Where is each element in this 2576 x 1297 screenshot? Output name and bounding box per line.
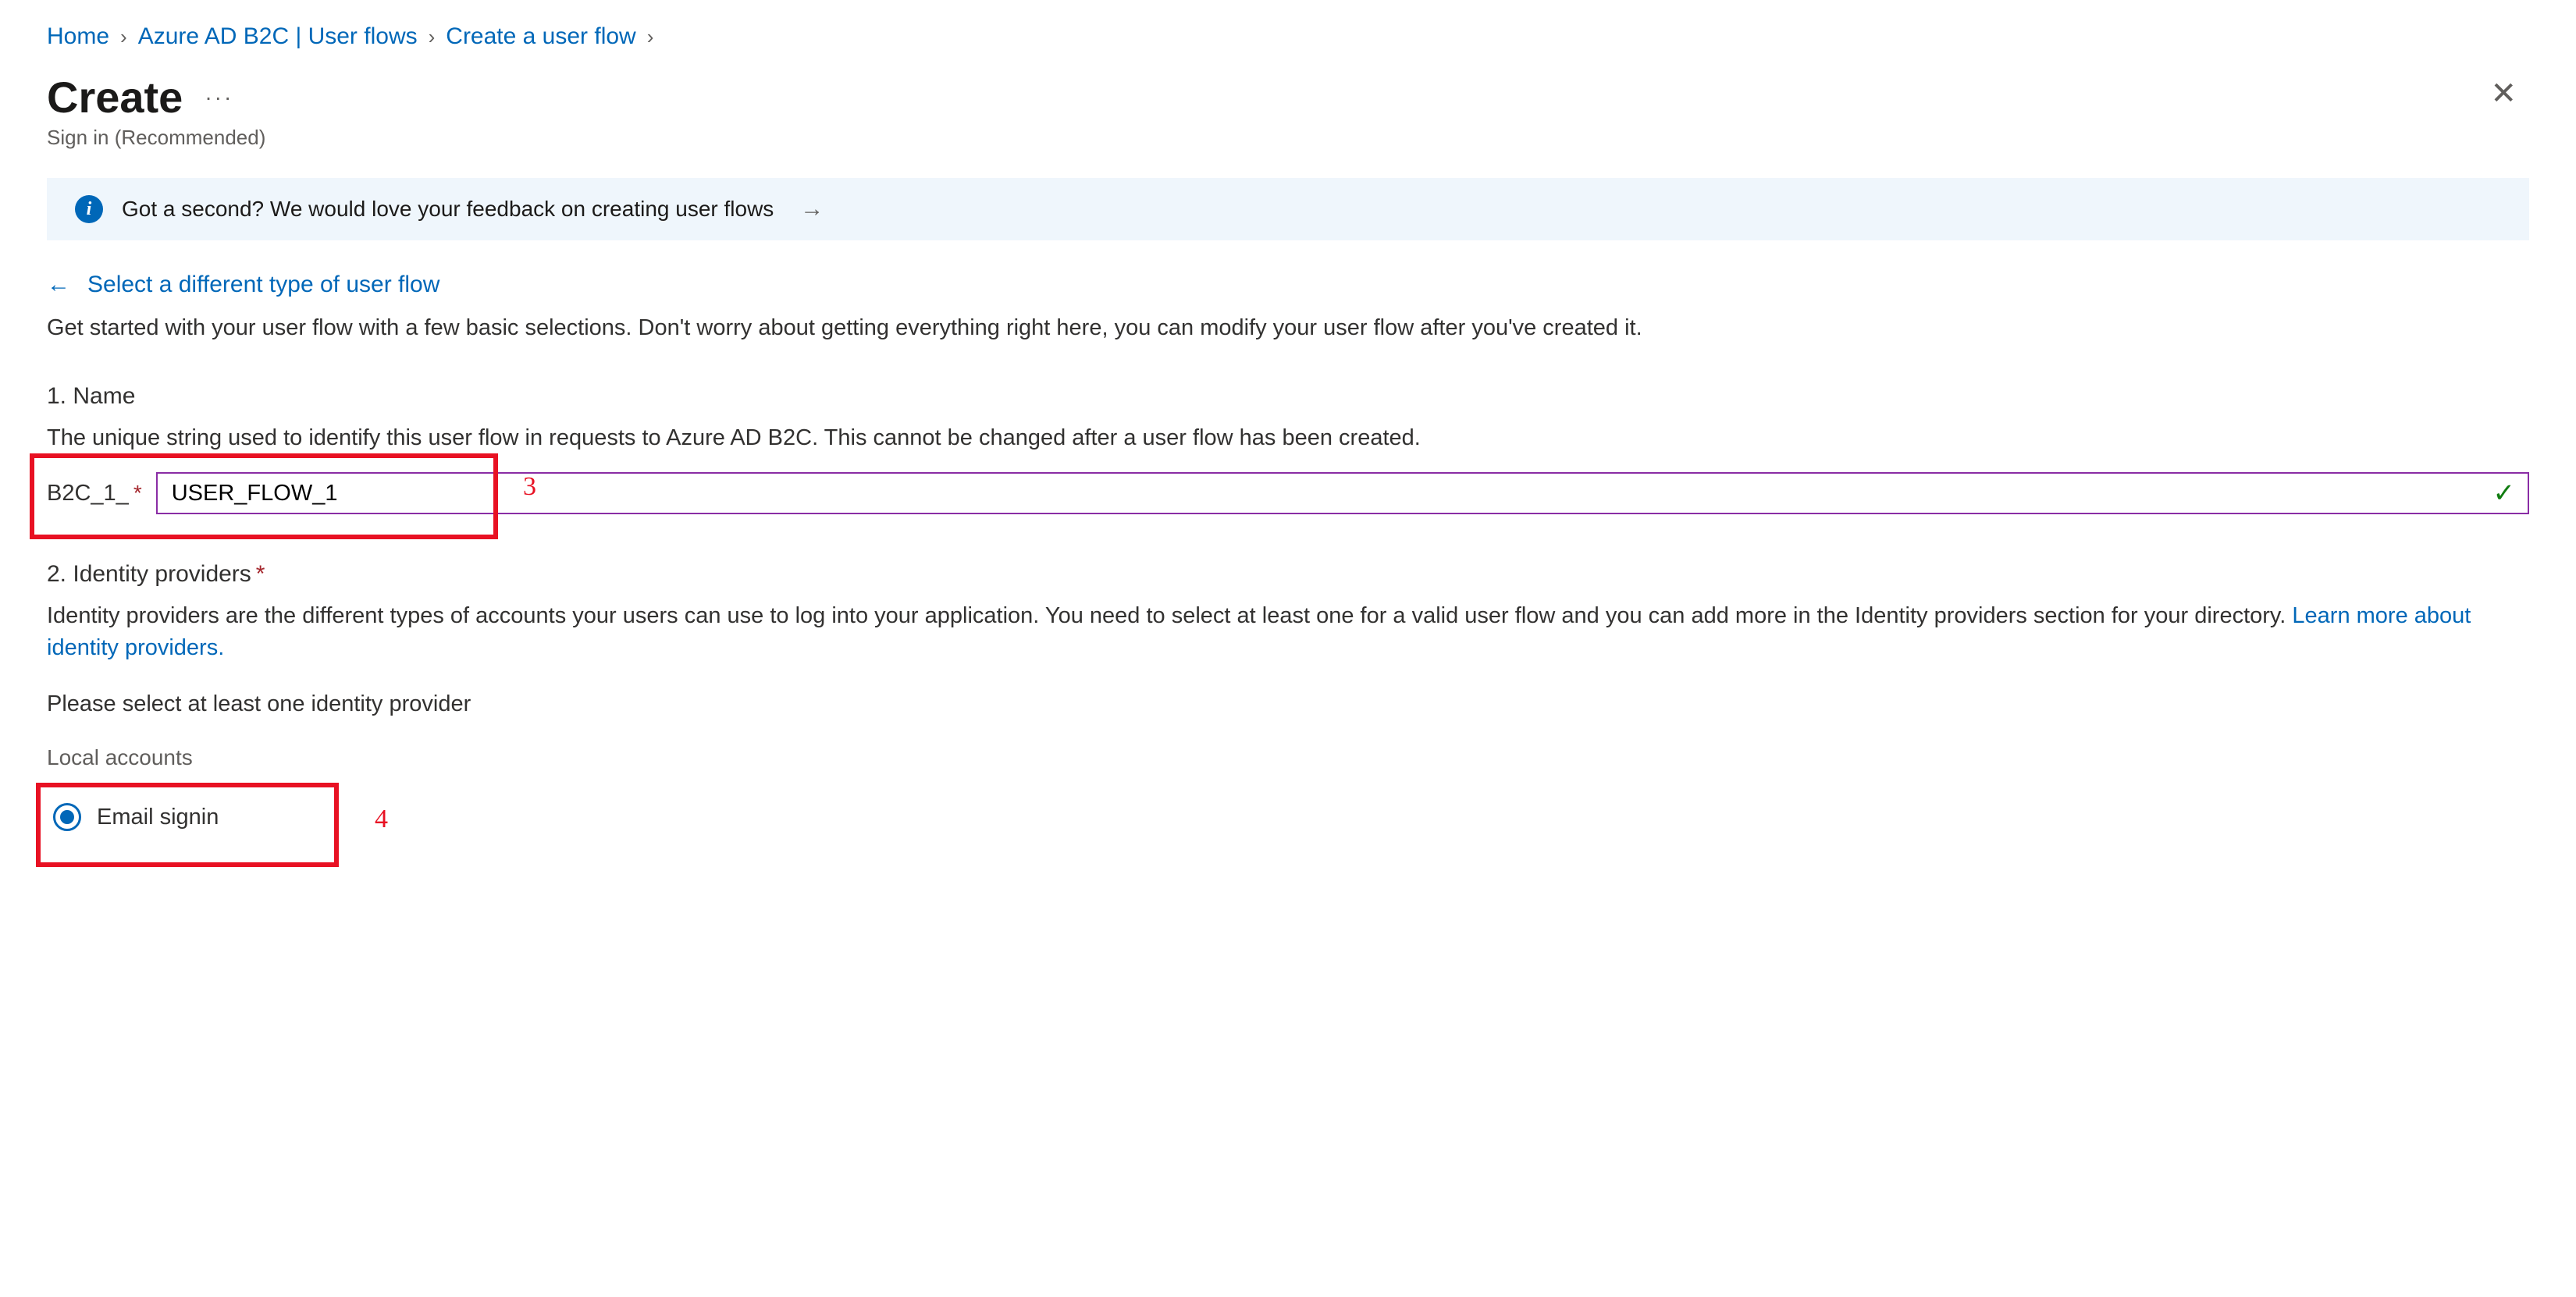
annotation-label-4: 4 [375,805,388,834]
chevron-right-icon: › [647,25,654,49]
radio-icon [53,803,81,831]
name-input-row: B2C_1_* ✓ [47,472,2529,514]
breadcrumb: Home › Azure AD B2C | User flows › Creat… [47,23,2529,50]
idp-prompt: Please select at least one identity prov… [47,691,2529,717]
close-icon: ✕ [2490,76,2517,111]
name-prefix-label: B2C_1_* [47,481,142,506]
radio-email-signin[interactable]: Email signin [47,789,242,845]
annotation-label-3: 3 [523,472,536,502]
section-identity-providers: 2. Identity providers* Identity provider… [47,561,2529,845]
required-indicator: * [256,561,265,587]
back-link-label: Select a different type of user flow [87,272,439,298]
user-flow-name-input[interactable] [156,472,2529,514]
arrow-right-icon: → [800,196,824,222]
feedback-text: Got a second? We would love your feedbac… [122,197,774,222]
page-subtitle: Sign in (Recommended) [47,126,265,150]
section-idp-title: 2. Identity providers* [47,561,2529,588]
section-name-desc: The unique string used to identify this … [47,422,2529,454]
local-accounts-label: Local accounts [47,745,2529,770]
section-name: 1. Name The unique string used to identi… [47,383,2529,515]
chevron-right-icon: › [120,25,127,49]
breadcrumb-create-flow[interactable]: Create a user flow [446,23,635,50]
breadcrumb-user-flows[interactable]: Azure AD B2C | User flows [138,23,418,50]
chevron-right-icon: › [429,25,436,49]
arrow-left-icon: ← [47,272,70,298]
radio-label: Email signin [97,805,219,830]
close-button[interactable]: ✕ [2478,72,2529,115]
more-icon[interactable]: ··· [205,85,233,110]
required-indicator: * [133,481,142,505]
section-idp-desc: Identity providers are the different typ… [47,600,2529,663]
feedback-banner[interactable]: i Got a second? We would love your feedb… [47,178,2529,240]
section-name-title: 1. Name [47,383,2529,410]
back-link[interactable]: ← Select a different type of user flow [47,272,439,298]
breadcrumb-home[interactable]: Home [47,23,109,50]
intro-text: Get started with your user flow with a f… [47,312,2529,344]
info-icon: i [75,195,103,223]
page-title: Create [47,72,183,123]
